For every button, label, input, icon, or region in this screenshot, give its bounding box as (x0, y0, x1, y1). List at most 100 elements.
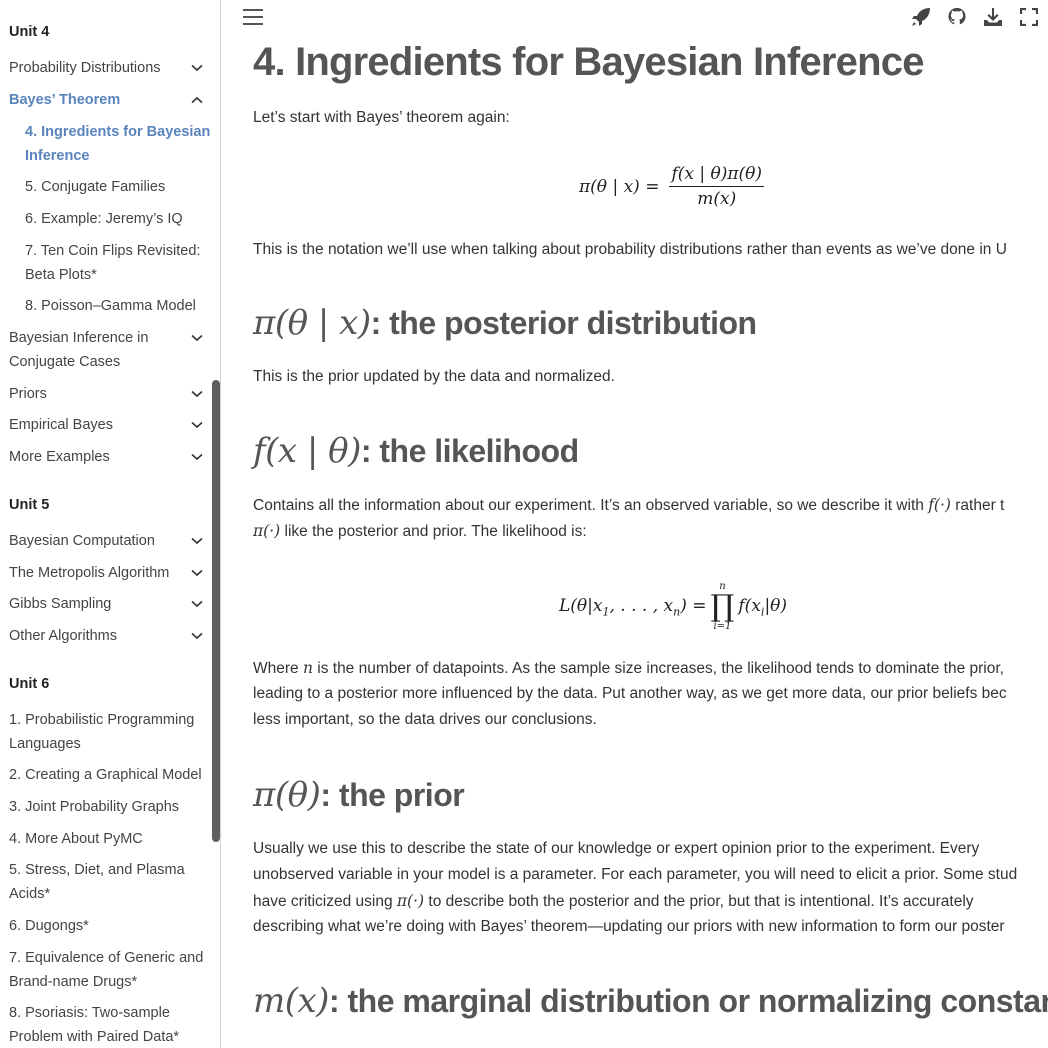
sidebar-item-label: Empirical Bayes (9, 417, 113, 433)
github-icon[interactable] (946, 5, 968, 29)
sidebar-item-label: Gibbs Sampling (9, 596, 112, 612)
sidebar-item-bayesian-inference-conjugate[interactable]: Bayesian Inference in Conjugate Cases (9, 326, 209, 374)
inline-math: π(·) (253, 522, 281, 540)
sidebar-item-label: Priors (9, 386, 47, 402)
heading-math: π(θ) (253, 775, 321, 815)
sidebar-item-bayes-theorem[interactable]: Bayes’ Theorem (9, 88, 209, 112)
sidebar-item-label: More Examples (9, 449, 110, 465)
sidebar-item-label: Bayes’ Theorem (9, 92, 121, 108)
sidebar-subitem-ingredients[interactable]: 4. Ingredients for Bayesian Inference (25, 120, 215, 168)
heading-text: : the marginal distribution or normalizi… (328, 983, 1048, 1019)
chevron-down-icon[interactable] (185, 382, 209, 406)
sidebar-item-joint-probability[interactable]: 3. Joint Probability Graphs (9, 795, 209, 819)
text-run: like the posterior and prior. The likeli… (280, 523, 587, 540)
sidebar-item-ppl[interactable]: 1. Probabilistic Programming Languages (9, 708, 209, 756)
sidebar-item-priors[interactable]: Priors (9, 382, 209, 406)
likelihood-text-line2: π(·) like the posterior and prior. The l… (253, 518, 587, 545)
sidebar-subitem-jeremys-iq[interactable]: 6. Example: Jeremy’s IQ (25, 207, 215, 231)
sidebar-item-dugongs[interactable]: 6. Dugongs* (9, 914, 209, 938)
chevron-down-icon[interactable] (185, 624, 209, 648)
sidebar-item-psoriasis[interactable]: 8. Psoriasis: Two-sample Problem with Pa… (9, 1001, 199, 1048)
posterior-text: This is the prior updated by the data an… (253, 368, 615, 385)
chevron-down-icon[interactable] (185, 561, 209, 585)
equation-lhs: π(θ | x) = (579, 176, 660, 197)
heading-text: : the likelihood (360, 433, 579, 469)
sidebar-item-label: Probability Distributions (9, 60, 161, 76)
sidebar-scrollbar[interactable] (212, 380, 220, 842)
section-heading-posterior: π(θ | x): the posterior distribution (253, 303, 757, 343)
sidebar-item-empirical-bayes[interactable]: Empirical Bayes (9, 413, 209, 437)
eq-part: |θ) (764, 595, 788, 616)
eq-part: f(x (738, 595, 761, 616)
section-heading-prior: π(θ): the prior (253, 775, 465, 815)
heading-math: π(θ | x) (253, 303, 371, 343)
chevron-up-icon[interactable] (185, 88, 209, 112)
sidebar-item-bayesian-computation[interactable]: Bayesian Computation (9, 529, 209, 553)
likelihood-after-line3: less important, so the data drives our c… (253, 711, 597, 728)
sidebar-item-graphical-model[interactable]: 2. Creating a Graphical Model (9, 763, 209, 787)
fullscreen-icon[interactable] (1018, 5, 1040, 29)
product-operator: n ∏ i=1 (711, 582, 735, 632)
likelihood-text-line1: Contains all the information about our e… (253, 492, 1004, 519)
sidebar-item-label: Other Algorithms (9, 628, 117, 644)
prior-text-line3: have criticized using π(·) to describe b… (253, 888, 974, 915)
top-toolbar (910, 5, 1040, 29)
equation-fraction: f(x | θ)π(θ) m(x) (669, 164, 765, 209)
unit-4-heading: Unit 4 (9, 24, 50, 40)
prior-text-line1: Usually we use this to describe the stat… (253, 840, 980, 857)
heading-math: f(x | θ) (253, 431, 361, 471)
heading-math: m(x) (253, 981, 329, 1021)
sidebar-nav: Unit 4 Probability Distributions Bayes’ … (0, 0, 221, 1048)
sidebar-item-other-algorithms[interactable]: Other Algorithms (9, 624, 209, 648)
heading-text: : the prior (320, 777, 465, 813)
intro-text: Let’s start with Bayes’ theorem again: (253, 109, 510, 126)
likelihood-equation: L(θ|x1, . . . , xn) = n ∏ i=1 f(xi|θ) (559, 582, 787, 632)
text-run: rather t (950, 497, 1005, 514)
equation-lhs: L(θ|x1, . . . , xn) = (559, 596, 707, 618)
eq-part: ) = (680, 595, 707, 616)
text-run: have criticized using (253, 893, 397, 910)
text-run: is the number of datapoints. As the samp… (312, 660, 1004, 677)
text-run: Where (253, 660, 303, 677)
main-content: 4. Ingredients for Bayesian Inference Le… (221, 0, 1048, 1048)
unit-6-heading: Unit 6 (9, 676, 50, 692)
inline-math: f(·) (928, 496, 951, 514)
heading-text: : the posterior distribution (370, 305, 757, 341)
chevron-down-icon[interactable] (185, 413, 209, 437)
chevron-down-icon[interactable] (185, 592, 209, 616)
sidebar-subitem-conjugate-families[interactable]: 5. Conjugate Families (25, 175, 215, 199)
sidebar-item-gibbs-sampling[interactable]: Gibbs Sampling (9, 592, 209, 616)
chevron-down-icon[interactable] (185, 529, 209, 553)
product-symbol: ∏ (710, 589, 735, 624)
eq-part: , . . . , x (609, 595, 674, 616)
inline-math: π(·) (396, 892, 425, 910)
page-title: 4. Ingredients for Bayesian Inference (253, 40, 924, 84)
section-heading-likelihood: f(x | θ): the likelihood (253, 431, 579, 471)
sidebar-item-more-examples[interactable]: More Examples (9, 445, 209, 469)
unit-5-heading: Unit 5 (9, 497, 50, 513)
prior-text-line4: describing what we’re doing with Bayes’ … (253, 918, 1005, 935)
prior-text-line2: unobserved variable in your model is a p… (253, 866, 1018, 883)
sidebar-item-pymc[interactable]: 4. More About PyMC (9, 827, 209, 851)
download-icon[interactable] (982, 5, 1004, 29)
equation-numerator: f(x | θ)π(θ) (669, 164, 765, 187)
menu-icon[interactable] (243, 8, 263, 26)
sidebar-item-generic-drugs[interactable]: 7. Equivalence of Generic and Brand-name… (9, 946, 214, 994)
rocket-icon[interactable] (910, 5, 932, 29)
sidebar-item-label: Bayesian Computation (9, 533, 155, 549)
product-lower-limit: i=1 (713, 621, 732, 632)
chevron-down-icon[interactable] (185, 326, 209, 350)
chevron-down-icon[interactable] (185, 56, 209, 80)
section-heading-marginal: m(x): the marginal distribution or norma… (253, 981, 1048, 1021)
equation-denominator: m(x) (697, 189, 737, 209)
sidebar-subitem-coin-flips[interactable]: 7. Ten Coin Flips Revisited: Beta Plots* (25, 239, 210, 287)
inline-math: n (302, 659, 313, 677)
chevron-down-icon[interactable] (185, 445, 209, 469)
likelihood-after-line1: Where n is the number of datapoints. As … (253, 655, 1004, 682)
sidebar-subitem-poisson-gamma[interactable]: 8. Poisson–Gamma Model (25, 294, 215, 318)
sidebar-item-probability-distributions[interactable]: Probability Distributions (9, 56, 209, 80)
eq-part: L(θ|x (559, 595, 603, 616)
sidebar-item-metropolis[interactable]: The Metropolis Algorithm (9, 561, 209, 585)
sidebar-item-label: Bayesian Inference in Conjugate Cases (9, 330, 149, 370)
sidebar-item-stress-diet[interactable]: 5. Stress, Diet, and Plasma Acids* (9, 858, 199, 906)
